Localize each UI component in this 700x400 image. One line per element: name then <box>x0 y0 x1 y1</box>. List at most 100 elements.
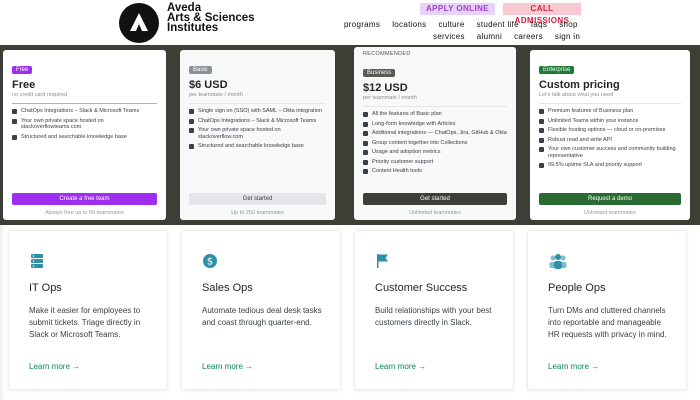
feature-text: Priority customer support <box>372 158 434 165</box>
feature-text: 99.5% uptime SLA and priority support <box>548 162 642 168</box>
logo-mark-icon <box>130 13 148 31</box>
category-description: Automate tedious deal desk tasks and coa… <box>202 306 322 327</box>
plan-card-enterprise: Enterprise Custom pricing Let's talk abo… <box>530 50 690 220</box>
plan-subtitle: per teammate / month <box>363 95 417 101</box>
nav-alumni[interactable]: alumni <box>477 32 502 41</box>
site-header: Aveda Arts & Sciences Institutes APPLY O… <box>0 0 700 50</box>
feature-text: ChatOps Integrations – Slack & Microsoft… <box>21 108 140 114</box>
learn-more-link[interactable]: Learn more → <box>375 362 426 371</box>
feature-icon <box>363 140 368 146</box>
feature-icon <box>539 137 544 143</box>
feature-text: Single sign on (SSO) with SAML – Okta in… <box>198 108 322 114</box>
get-started-business-button[interactable]: Get started <box>363 193 507 205</box>
brand-line-3: Institutes <box>167 22 219 34</box>
primary-nav: programs locations culture student life … <box>344 20 590 29</box>
flag-icon <box>377 254 388 268</box>
nav-services[interactable]: services <box>433 32 465 41</box>
feature-text: Structured and searchable knowledge base <box>198 143 304 149</box>
server-rack-icon <box>31 254 43 268</box>
feature-icon <box>539 163 544 168</box>
category-title: Sales Ops <box>202 282 253 294</box>
learn-more-link[interactable]: Learn more → <box>548 362 599 371</box>
category-title: People Ops <box>548 282 606 294</box>
category-card-it-ops[interactable]: IT Ops Make it easier for employees to s… <box>8 230 168 390</box>
plan-feature: Content Health tools <box>363 168 507 175</box>
feature-text: Unlimited Teams within your instance <box>548 117 639 124</box>
pricing-section: Free Free no credit card required ChatOp… <box>0 45 700 225</box>
nav-shop[interactable]: shop <box>559 20 578 29</box>
brand-name[interactable]: Aveda Arts & Sciences Institutes <box>167 2 255 34</box>
secondary-nav: services alumni careers sign in <box>433 32 592 41</box>
feature-text: Long-form knowledge with Articles <box>372 120 456 127</box>
nav-student-life[interactable]: student life <box>477 20 519 29</box>
plan-feature: Unlimited Teams within your instance <box>539 118 681 125</box>
recommended-label: RECOMMENDED <box>363 51 411 57</box>
plan-feature: Your own private space hosted on stackov… <box>12 118 157 131</box>
plan-name: Custom pricing <box>539 79 620 91</box>
create-free-team-button[interactable]: Create a free team <box>12 193 157 205</box>
feature-text: Robust read and write API <box>548 136 612 143</box>
feature-icon <box>189 109 194 114</box>
request-demo-button[interactable]: Request a demo <box>539 193 681 205</box>
feature-text: Group content together into Collections <box>372 139 468 146</box>
plan-feature: ChatOps Integrations – Slack & Microsoft… <box>189 118 326 125</box>
feature-icon <box>12 109 17 114</box>
plan-feature: Flexible hosting options — cloud or on-p… <box>539 127 681 134</box>
call-admissions-button[interactable]: CALL ADMISSIONS <box>503 3 581 25</box>
nav-faqs[interactable]: faqs <box>531 20 547 29</box>
plan-card-business: RECOMMENDED Business $12 USD per teammat… <box>354 47 516 220</box>
category-description: Turn DMs and cluttered channels into rep… <box>548 306 667 339</box>
apply-online-button[interactable]: APPLY ONLINE <box>420 3 495 15</box>
plan-feature: Your own customer success and community … <box>539 146 681 159</box>
feature-icon <box>363 112 368 117</box>
feature-icon <box>12 118 17 124</box>
feature-icon <box>189 128 194 133</box>
feature-icon <box>539 118 544 124</box>
left-edge <box>0 225 3 400</box>
category-description: Build relationships with your best custo… <box>375 306 492 327</box>
feature-text: Additional integrations — ChatOps, Jira,… <box>372 130 507 136</box>
nav-careers[interactable]: careers <box>514 32 543 41</box>
plan-feature: Your own private space hosted on stackov… <box>189 127 326 140</box>
feature-text: Flexible hosting options — cloud or on-p… <box>548 127 666 133</box>
divider <box>189 103 326 104</box>
plan-feature: Premium features of Business plan <box>539 108 681 115</box>
feature-icon <box>363 169 368 174</box>
plan-card-basic: Basic $6 USD per teammate / month Single… <box>180 50 335 220</box>
nav-programs[interactable]: programs <box>344 20 380 29</box>
feature-icon <box>189 118 194 124</box>
plan-feature: Additional integrations — ChatOps, Jira,… <box>363 130 507 137</box>
plan-footnote: Unlimited teammates <box>409 210 461 216</box>
feature-icon <box>539 128 544 133</box>
plan-tag: Enterprise <box>539 66 575 74</box>
plan-tag: Free <box>12 66 33 74</box>
plan-feature: Priority customer support <box>363 159 507 166</box>
feature-icon <box>12 134 17 140</box>
plan-feature: Structured and searchable knowledge base <box>189 143 326 150</box>
feature-icon <box>189 144 194 149</box>
plan-footnote: Always free up to 50 teammates <box>45 210 124 216</box>
nav-sign-in[interactable]: sign in <box>555 32 580 41</box>
feature-text: Your own private space hosted on stackov… <box>198 127 281 140</box>
people-group-icon <box>549 254 567 269</box>
plan-name: Free <box>12 79 36 91</box>
feature-icon <box>363 131 368 136</box>
category-card-customer-success[interactable]: Customer Success Build relationships wit… <box>354 230 514 390</box>
category-card-people-ops[interactable]: People Ops Turn DMs and cluttered channe… <box>527 230 687 390</box>
feature-icon <box>363 121 368 127</box>
plan-footnote: Up to 250 teammates <box>231 210 284 216</box>
plan-card-free: Free Free no credit card required ChatOp… <box>3 50 166 220</box>
plan-feature: Long-form knowledge with Articles <box>363 121 507 128</box>
get-started-basic-button[interactable]: Get started <box>189 193 326 205</box>
plan-feature: Single sign on (SSO) with SAML – Okta in… <box>189 108 326 115</box>
learn-more-link[interactable]: Learn more → <box>202 362 253 371</box>
divider <box>12 103 157 104</box>
feature-icon <box>363 159 368 165</box>
category-card-sales-ops[interactable]: $ Sales Ops Automate tedious deal desk t… <box>181 230 341 390</box>
aveda-logo[interactable] <box>119 3 159 43</box>
feature-icon <box>363 150 368 155</box>
nav-culture[interactable]: culture <box>438 20 464 29</box>
learn-more-link[interactable]: Learn more → <box>29 362 80 371</box>
feature-text: Structured and searchable knowledge base <box>21 133 127 140</box>
nav-locations[interactable]: locations <box>392 20 426 29</box>
